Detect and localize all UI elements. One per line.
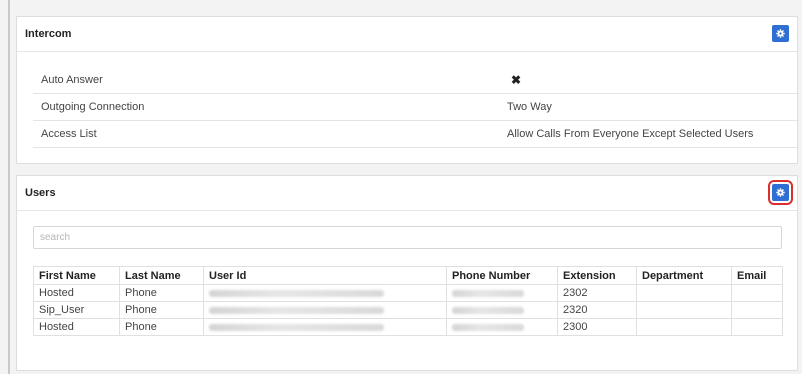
col-department[interactable]: Department — [636, 266, 732, 285]
cell-user-id — [203, 301, 447, 319]
col-user-id[interactable]: User Id — [203, 266, 447, 285]
cell-first-name: Hosted — [33, 318, 120, 336]
cell-department — [636, 284, 732, 302]
users-table: First Name Last Name User Id Phone Numbe… — [33, 266, 783, 336]
intercom-title: Intercom — [25, 28, 72, 40]
redacted-user-id — [209, 289, 384, 297]
table-row[interactable]: Sip_User Phone 2320 — [33, 301, 783, 319]
outgoing-connection-value: Two Way — [507, 101, 552, 113]
col-last-name[interactable]: Last Name — [119, 266, 204, 285]
cell-phone-number — [446, 301, 558, 319]
redacted-phone-number — [452, 323, 524, 331]
gear-icon — [776, 29, 785, 38]
col-phone-number[interactable]: Phone Number — [446, 266, 558, 285]
cell-phone-number — [446, 318, 558, 336]
intercom-settings-list: Auto Answer ✖ Outgoing Connection Two Wa… — [33, 67, 799, 148]
users-panel: Users First Name Last Name — [16, 175, 798, 371]
cell-first-name: Hosted — [33, 284, 120, 302]
cell-phone-number — [446, 284, 558, 302]
cell-user-id — [203, 318, 447, 336]
cell-extension: 2300 — [557, 318, 637, 336]
intercom-panel: Intercom Auto Answer ✖ Outgoing Connecti… — [16, 16, 799, 164]
users-search-input[interactable] — [33, 226, 782, 249]
cell-extension: 2302 — [557, 284, 637, 302]
intercom-settings-button[interactable] — [772, 25, 789, 42]
table-row[interactable]: Hosted Phone 2300 — [33, 318, 783, 336]
cell-last-name: Phone — [119, 301, 204, 319]
auto-answer-label: Auto Answer — [41, 74, 103, 86]
cell-email — [731, 301, 783, 319]
users-settings-button[interactable] — [768, 180, 793, 205]
cell-email — [731, 318, 783, 336]
cell-email — [731, 284, 783, 302]
access-list-label: Access List — [41, 128, 97, 140]
access-list-value: Allow Calls From Everyone Except Selecte… — [507, 128, 754, 140]
intercom-row-outgoing-connection: Outgoing Connection Two Way — [33, 94, 799, 121]
cell-last-name: Phone — [119, 284, 204, 302]
table-row[interactable]: Hosted Phone 2302 — [33, 284, 783, 302]
intercom-panel-header: Intercom — [17, 17, 797, 52]
redacted-phone-number — [452, 289, 524, 297]
redacted-user-id — [209, 306, 384, 314]
redacted-user-id — [209, 323, 384, 331]
intercom-row-auto-answer: Auto Answer ✖ — [33, 67, 799, 94]
cell-extension: 2320 — [557, 301, 637, 319]
cell-last-name: Phone — [119, 318, 204, 336]
cell-user-id — [203, 284, 447, 302]
users-panel-header: Users — [17, 176, 797, 211]
cell-department — [636, 318, 732, 336]
col-extension[interactable]: Extension — [557, 266, 637, 285]
cell-department — [636, 301, 732, 319]
redacted-phone-number — [452, 306, 524, 314]
cell-first-name: Sip_User — [33, 301, 120, 319]
col-first-name[interactable]: First Name — [33, 266, 120, 285]
frame-border — [8, 0, 10, 374]
intercom-row-access-list: Access List Allow Calls From Everyone Ex… — [33, 121, 799, 148]
users-title: Users — [25, 187, 56, 199]
col-email[interactable]: Email — [731, 266, 783, 285]
users-table-header: First Name Last Name User Id Phone Numbe… — [33, 266, 783, 285]
gear-icon — [776, 188, 785, 197]
outgoing-connection-label: Outgoing Connection — [41, 101, 145, 113]
x-mark-icon: ✖ — [511, 73, 522, 87]
